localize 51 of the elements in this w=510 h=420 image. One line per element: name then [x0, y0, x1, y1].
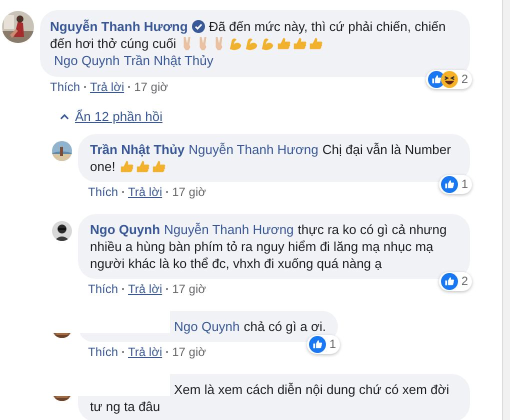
separator-dot: [122, 351, 124, 353]
separator-dot: [84, 86, 86, 88]
flexed-arm-icon: [260, 36, 276, 51]
action-link[interactable]: Thích: [88, 184, 118, 200]
mention-link[interactable]: Trần Nhật Thủy: [124, 53, 214, 68]
flexed-arm-icon: [228, 36, 244, 51]
flexed-arm-icon: [244, 36, 260, 51]
mention-link[interactable]: Nguyễn Thanh Hương: [164, 222, 294, 237]
thumbs-up-icon: [292, 36, 308, 51]
action-link[interactable]: Thích: [88, 344, 118, 360]
caret-icon: [60, 114, 69, 120]
author-name[interactable]: Ngo Quynh: [90, 222, 160, 237]
thumbs-up-icon: [151, 159, 166, 174]
comment-text: Ngo Quynh Nguyễn Thanh Hương thực ra ko có gì cả nhưng nhiều a hùng bàn phím tỏ ra nguy hiểm đi lăng mạ nhục mạ người khác là ko thể đc, vhxh đi xuống quá nàng ạ: [90, 221, 448, 272]
reaction-count-badge[interactable]: 1: [439, 175, 472, 194]
separator-dot: [122, 288, 124, 290]
hide-replies-link[interactable]: Ẩn 12 phần hồi: [60, 109, 162, 124]
thumbs-up-icon: [308, 36, 324, 51]
author-name[interactable]: Nguyễn Thanh Hương: [50, 19, 188, 34]
author-name[interactable]: Trần Nhật Thủy: [90, 142, 185, 157]
reaction-count-badge[interactable]: 2: [426, 70, 472, 89]
mention-link[interactable]: Ngo Quynh: [54, 53, 120, 68]
separator-dot: [166, 191, 168, 193]
reaction-count-badge[interactable]: 1: [307, 335, 340, 354]
separator-dot: [128, 86, 130, 88]
thumbs-up-icon: [135, 159, 150, 174]
mention-link[interactable]: Ngo Quynh: [174, 319, 240, 334]
timestamp: 17 giờ: [172, 184, 206, 200]
separator-dot: [122, 191, 124, 193]
action-link[interactable]: Trả lời: [128, 281, 162, 297]
thumbs-up-icon: [119, 159, 134, 174]
comment-text: Nguyễn Thanh Hương Đã đến mức này, thì cứ phải chiến, chiến đến hơi thở cúng cuối Ngo Quynh Trần Nhật Thủy: [50, 18, 447, 69]
action-link[interactable]: Trả lời: [128, 184, 162, 200]
timestamp: 17 giờ: [172, 344, 206, 360]
action-link[interactable]: Thích: [88, 281, 118, 297]
timestamp: 17 giờ: [134, 79, 168, 95]
separator-dot: [166, 288, 168, 290]
mention-link[interactable]: Nguyễn Thanh Hương: [188, 142, 318, 157]
like-reaction-icon: [309, 336, 326, 353]
timestamp: 17 giờ: [172, 281, 206, 297]
like-reaction-icon: [441, 273, 458, 290]
comment-text: Xem là xem cách diễn nội dung chứ có xem đời tư ng ta đâu: [90, 381, 450, 415]
action-link[interactable]: Trả lời: [90, 79, 124, 95]
thumbs-up-icon: [276, 36, 292, 51]
action-link[interactable]: Thích: [50, 79, 80, 95]
reaction-count-badge[interactable]: 2: [439, 272, 472, 291]
comment-text: Trần Nhật Thủy Nguyễn Thanh Hương Chị đại vẫn là Number one!: [90, 141, 452, 175]
action-link[interactable]: Trả lời: [128, 344, 162, 360]
like-reaction-icon: [441, 176, 458, 193]
laughing-face-icon: [441, 71, 458, 88]
separator-dot: [166, 351, 168, 353]
